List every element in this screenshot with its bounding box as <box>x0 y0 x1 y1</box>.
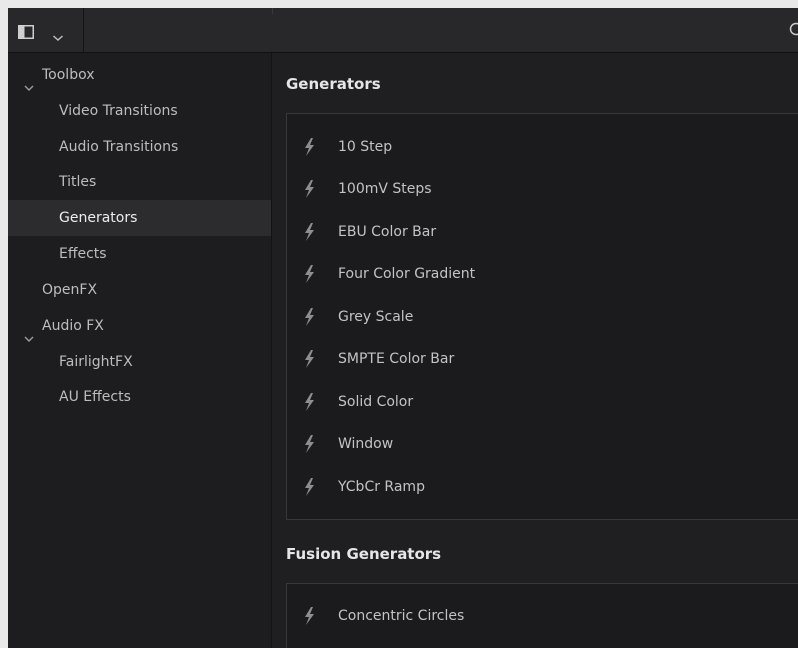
sidebar-item-label: AU Effects <box>59 389 131 405</box>
list-item[interactable]: Window <box>287 423 798 465</box>
lightning-bolt-icon <box>303 180 315 202</box>
list-item-label: YCbCr Ramp <box>338 479 425 495</box>
sidebar-item-openfx[interactable]: OpenFX <box>8 272 271 308</box>
panel-toggle-button[interactable] <box>14 20 74 42</box>
main-content: Generators 10 Step 100mV Steps EBU Color… <box>272 53 798 648</box>
list-item-label: Concentric Circles <box>338 608 465 624</box>
sidebar-item-fairlightfx[interactable]: FairlightFX <box>8 344 271 380</box>
sidebar-item-au-effects[interactable]: AU Effects <box>8 379 271 415</box>
fusion-generators-list: Concentric Circles <box>286 583 798 648</box>
list-item-label: Window <box>338 436 394 452</box>
lightning-bolt-icon <box>303 265 315 287</box>
sidebar-item-titles[interactable]: Titles <box>8 164 271 200</box>
lightning-bolt-icon <box>303 478 315 500</box>
search-icon[interactable] <box>788 22 798 42</box>
effects-library-panel: Toolbox Video Transitions Audio Transiti… <box>8 8 798 648</box>
sidebar-item-label: OpenFX <box>42 282 98 298</box>
list-item[interactable]: SMPTE Color Bar <box>287 338 798 380</box>
sidebar-item-toolbox[interactable]: Toolbox <box>8 57 271 93</box>
sidebar-item-label: Toolbox <box>42 67 95 83</box>
sidebar-item-label: Generators <box>59 210 138 226</box>
list-item[interactable]: Grey Scale <box>287 296 798 338</box>
lightning-bolt-icon <box>303 350 315 372</box>
list-item[interactable]: YCbCr Ramp <box>287 466 798 508</box>
lightning-bolt-icon <box>303 435 315 457</box>
sidebar-item-generators[interactable]: Generators <box>8 200 271 236</box>
sidebar-item-audio-fx[interactable]: Audio FX <box>8 308 271 344</box>
sidebar-item-audio-transitions[interactable]: Audio Transitions <box>8 129 271 165</box>
list-item-label: 100mV Steps <box>338 181 432 197</box>
lightning-bolt-icon <box>303 308 315 330</box>
sidebar-panel-icon <box>18 24 34 43</box>
lightning-bolt-icon <box>303 607 315 629</box>
section-title-fusion-generators: Fusion Generators <box>286 545 442 563</box>
toolbar <box>8 8 798 53</box>
sidebar-item-label: Audio FX <box>42 318 104 334</box>
sidebar: Toolbox Video Transitions Audio Transiti… <box>8 53 272 648</box>
list-item-label: 10 Step <box>338 139 393 155</box>
list-item-label: Four Color Gradient <box>338 266 476 282</box>
list-item-label: Solid Color <box>338 394 414 410</box>
list-item[interactable]: Four Color Gradient <box>287 253 798 295</box>
list-item-label: Grey Scale <box>338 309 414 325</box>
toolbar-divider-top <box>272 8 273 14</box>
sidebar-item-label: Effects <box>59 246 107 262</box>
list-item[interactable]: Solid Color <box>287 381 798 423</box>
sidebar-item-effects[interactable]: Effects <box>8 236 271 272</box>
chevron-down-icon <box>52 27 64 46</box>
sidebar-item-label: Audio Transitions <box>59 139 179 155</box>
toolbar-divider <box>83 8 84 52</box>
section-title-generators: Generators <box>286 75 381 93</box>
lightning-bolt-icon <box>303 138 315 160</box>
list-item[interactable]: 100mV Steps <box>287 168 798 210</box>
list-item-label: SMPTE Color Bar <box>338 351 455 367</box>
sidebar-item-label: Video Transitions <box>59 103 178 119</box>
lightning-bolt-icon <box>303 393 315 415</box>
list-item[interactable]: 10 Step <box>287 126 798 168</box>
sidebar-item-label: Titles <box>59 174 97 190</box>
list-item[interactable]: EBU Color Bar <box>287 211 798 253</box>
lightning-bolt-icon <box>303 223 315 245</box>
list-item-label: EBU Color Bar <box>338 224 437 240</box>
list-item[interactable]: Concentric Circles <box>287 595 798 637</box>
sidebar-item-video-transitions[interactable]: Video Transitions <box>8 93 271 129</box>
sidebar-item-label: FairlightFX <box>59 354 133 370</box>
generators-list: 10 Step 100mV Steps EBU Color Bar Four C… <box>286 113 798 520</box>
